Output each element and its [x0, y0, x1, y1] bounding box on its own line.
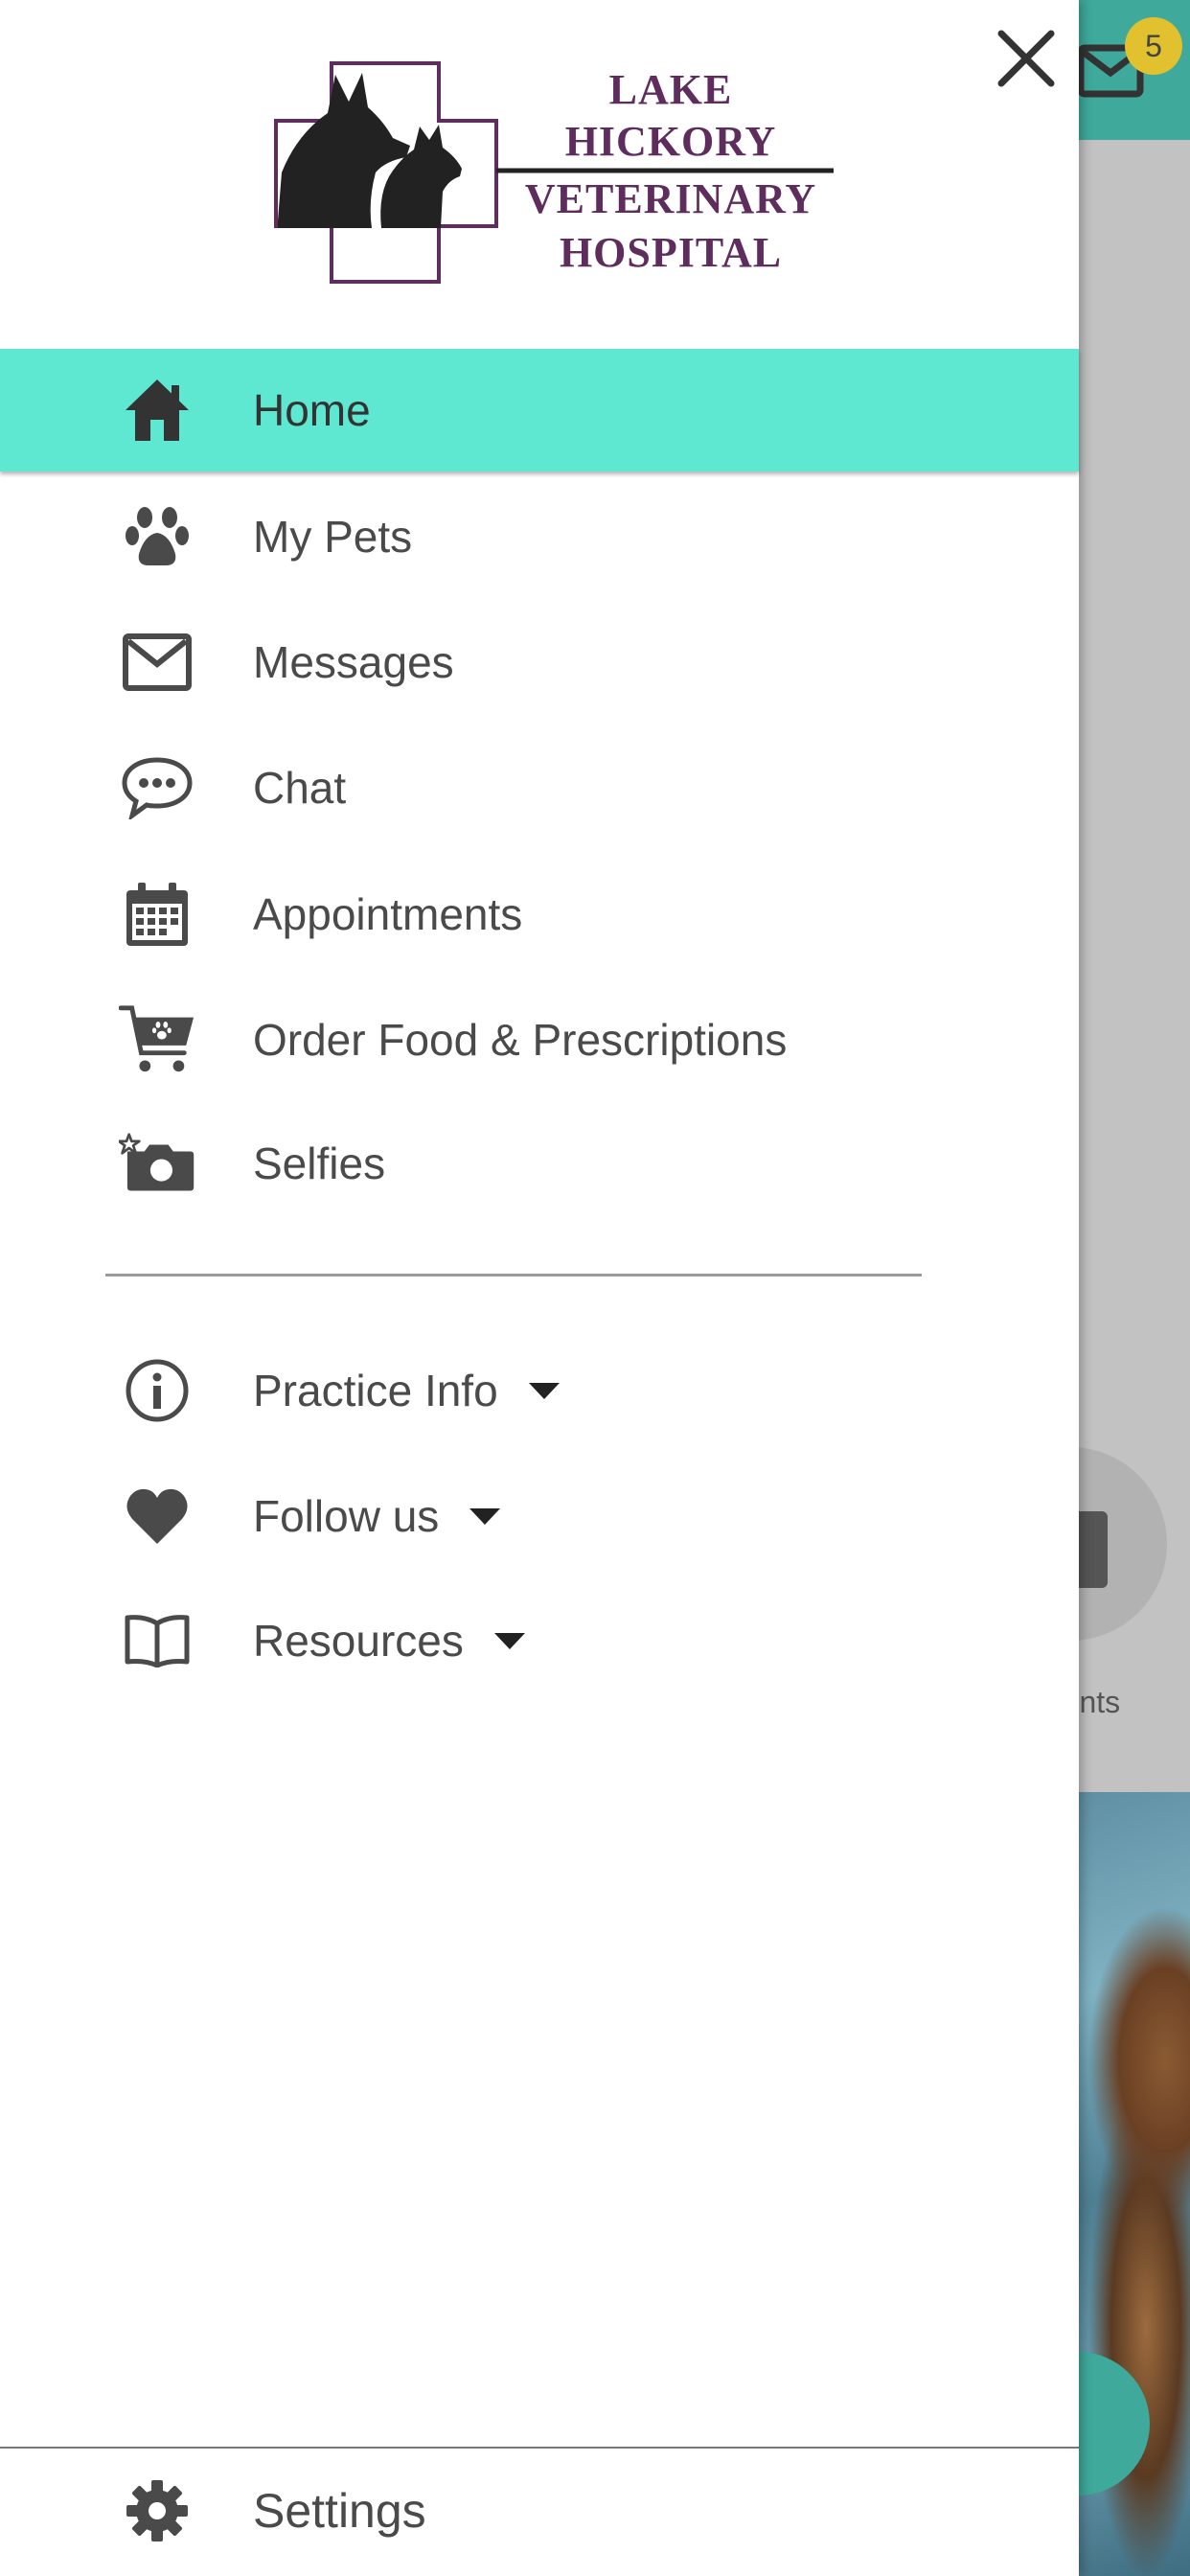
chevron-down-icon: [493, 1632, 525, 1649]
menu-item-selfies[interactable]: Selfies: [0, 1102, 1079, 1225]
menu-item-my-pets-label: My Pets: [253, 512, 413, 562]
navigation-drawer: LAKE HICKORY VETERINARY HOSPITAL Home My…: [0, 0, 1079, 2576]
menu-item-home-label: Home: [253, 385, 371, 435]
menu-item-chat[interactable]: Chat: [0, 726, 1079, 849]
menu-item-messages[interactable]: Messages: [0, 601, 1079, 724]
menu-item-selfies-label: Selfies: [253, 1138, 386, 1188]
calendar-icon: [119, 876, 195, 953]
close-drawer-button[interactable]: [987, 19, 1065, 98]
logo-text-hickory: HICKORY: [564, 118, 777, 165]
menu-item-follow-us-label: Follow us: [253, 1490, 501, 1542]
unread-count-badge: 5: [1125, 17, 1182, 75]
menu-item-messages-label: Messages: [253, 637, 454, 687]
practice-info-text: Practice Info: [253, 1366, 498, 1415]
chevron-down-icon: [528, 1382, 560, 1399]
menu-item-follow-us[interactable]: Follow us: [0, 1455, 1079, 1577]
home-icon: [119, 372, 195, 448]
heart-icon: [119, 1478, 195, 1554]
menu-item-appointments-label: Appointments: [253, 889, 523, 939]
menu-item-appointments[interactable]: Appointments: [0, 853, 1079, 976]
menu-item-home[interactable]: Home: [0, 349, 1079, 472]
menu-item-chat-label: Chat: [253, 763, 347, 813]
gear-icon: [119, 2472, 195, 2549]
menu-item-order-food[interactable]: Order Food & Prescriptions: [0, 978, 1079, 1101]
settings-divider: [0, 2447, 1079, 2449]
resources-text: Resources: [253, 1616, 464, 1666]
menu-item-settings-label: Settings: [253, 2484, 426, 2538]
menu-divider: [105, 1274, 922, 1276]
practice-logo: LAKE HICKORY VETERINARY HOSPITAL: [268, 58, 834, 288]
chevron-down-icon: [469, 1507, 501, 1525]
mail-icon: [119, 624, 195, 701]
menu-item-practice-info-label: Practice Info: [253, 1365, 560, 1416]
menu-item-resources-label: Resources: [253, 1615, 525, 1667]
logo-text-lake: LAKE: [608, 66, 733, 113]
info-icon: [119, 1352, 195, 1429]
camera-icon: [119, 1125, 195, 1202]
menu-item-my-pets[interactable]: My Pets: [0, 475, 1079, 598]
cart-icon: [119, 1001, 195, 1078]
menu-item-settings[interactable]: Settings: [0, 2450, 1079, 2572]
paw-icon: [119, 498, 195, 575]
logo-text-veterinary: VETERINARY: [524, 175, 817, 222]
follow-us-text: Follow us: [253, 1491, 440, 1541]
book-icon: [119, 1602, 195, 1679]
menu-item-practice-info[interactable]: Practice Info: [0, 1329, 1079, 1452]
chat-bubble-icon: [119, 749, 195, 826]
menu-item-resources[interactable]: Resources: [0, 1579, 1079, 1702]
close-icon: [997, 30, 1055, 87]
logo-text-hospital: HOSPITAL: [559, 229, 783, 276]
menu-item-order-food-label: Order Food & Prescriptions: [253, 1015, 788, 1065]
